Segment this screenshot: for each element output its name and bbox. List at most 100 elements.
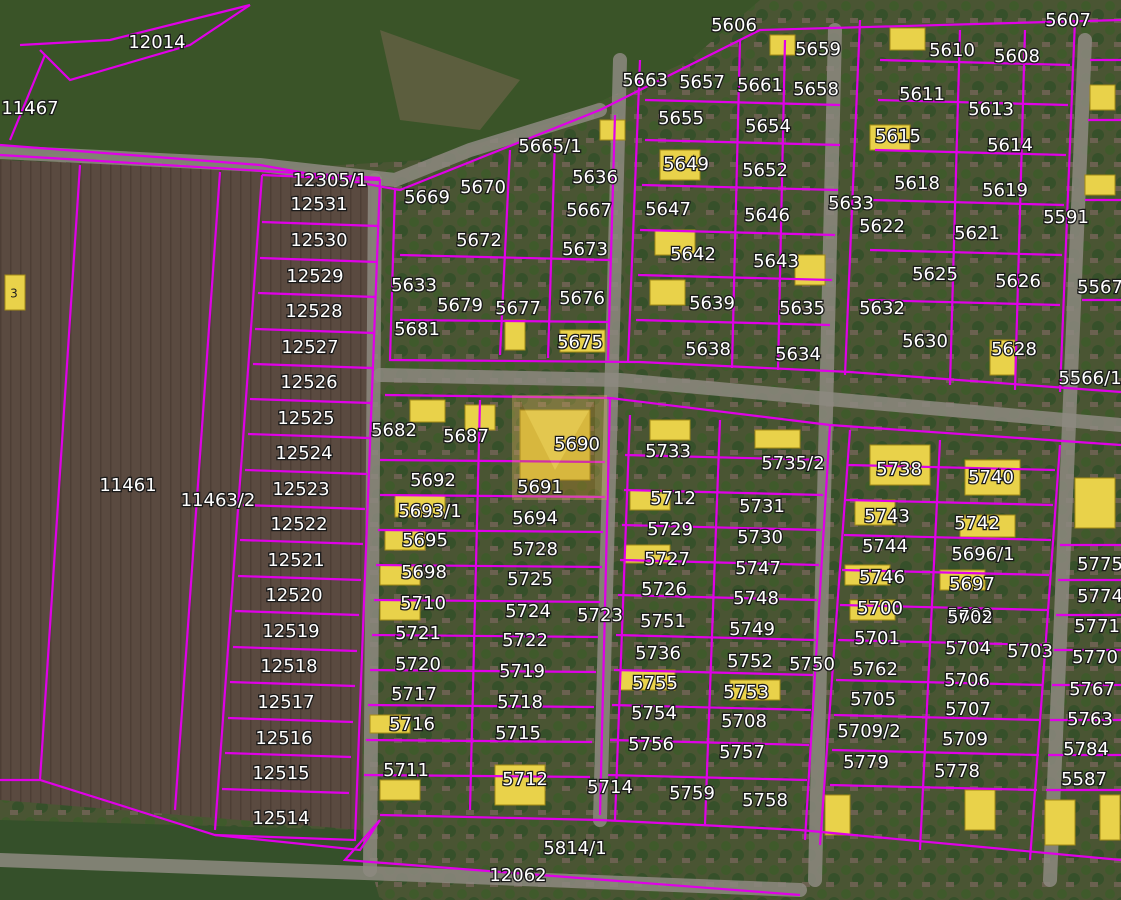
block-parcel-label: 5702	[947, 607, 993, 628]
block-parcel-label: 5658	[793, 79, 839, 100]
block-parcel-label: 5697	[949, 574, 995, 595]
block-parcel-label: 5717	[391, 684, 437, 705]
block-parcel-label: 5726	[641, 579, 687, 600]
block-parcel-label: 5751	[640, 611, 686, 632]
block-parcel-label: 5695	[402, 530, 448, 551]
block-parcel-label: 5619	[982, 180, 1028, 201]
block-parcel-label: 5646	[744, 205, 790, 226]
field-strip-label: 12516	[255, 728, 312, 749]
parcel-label: 11461	[99, 475, 156, 496]
block-parcel-label: 5755	[632, 673, 678, 694]
field-strip-label: 12524	[275, 443, 332, 464]
block-parcel-label: 5753	[723, 682, 769, 703]
block-parcel-label: 5642	[670, 244, 716, 265]
block-parcel-label: 5771	[1074, 616, 1120, 637]
block-parcel-label: 5757	[719, 742, 765, 763]
block-parcel-label: 5693/1	[398, 501, 461, 522]
block-parcel-label: 5742	[954, 513, 1000, 534]
block-parcel-label: 5701	[854, 628, 900, 649]
block-parcel-label: 5749	[729, 619, 775, 640]
block-parcel-label: 5703	[1007, 641, 1053, 662]
block-parcel-label: 5667	[566, 200, 612, 221]
parcel-label: 12062	[489, 865, 546, 886]
block-parcel-label: 5725	[507, 569, 553, 590]
block-parcel-label: 5784	[1063, 739, 1109, 760]
block-parcel-label: 5704	[945, 638, 991, 659]
block-parcel-label: 5748	[733, 588, 779, 609]
block-parcel-label: 5756	[628, 734, 674, 755]
block-parcel-label: 5677	[495, 298, 541, 319]
block-parcel-label: 5633	[391, 275, 437, 296]
block-parcel-label: 5634	[775, 344, 821, 365]
field-strip-label: 12514	[252, 808, 309, 829]
block-parcel-label: 5694	[512, 508, 558, 529]
block-parcel-label: 5661	[737, 75, 783, 96]
block-parcel-label: 5665/1	[518, 136, 581, 157]
block-parcel-label: 5587	[1061, 769, 1107, 790]
block-parcel-label: 5779	[843, 752, 889, 773]
block-parcel-label: 5659	[795, 39, 841, 60]
block-parcel-label: 5679	[437, 295, 483, 316]
block-parcel-label: 5613	[968, 99, 1014, 120]
field-strip-label: 12527	[281, 337, 338, 358]
block-parcel-label: 5691	[517, 477, 563, 498]
block-parcel-label: 5730	[737, 527, 783, 548]
block-parcel-label: 5657	[679, 72, 725, 93]
block-parcel-label: 5610	[929, 40, 975, 61]
block-parcel-label: 5698	[401, 562, 447, 583]
block-parcel-label: 5655	[658, 108, 704, 129]
field-strip-label: 12521	[267, 550, 324, 571]
block-parcel-label: 5621	[954, 223, 1000, 244]
block-parcel-label: 5670	[460, 177, 506, 198]
block-parcel-label: 5735/2	[761, 453, 824, 474]
parcel-label: 12305/1	[293, 170, 368, 191]
block-parcel-label: 5630	[902, 331, 948, 352]
parcel-label: 5814/1	[543, 838, 606, 859]
block-parcel-label: 5643	[753, 251, 799, 272]
block-parcel-label: 5636	[572, 167, 618, 188]
block-parcel-label: 5672	[456, 230, 502, 251]
field-strip-label: 12529	[286, 266, 343, 287]
block-parcel-label: 5687	[443, 426, 489, 447]
block-parcel-label: 5633	[828, 193, 874, 214]
block-parcel-label: 5714	[587, 777, 633, 798]
block-parcel-label: 5758	[742, 790, 788, 811]
block-parcel-label: 5710	[400, 593, 446, 614]
block-parcel-label: 5729	[647, 519, 693, 540]
block-parcel-label: 5724	[505, 601, 551, 622]
block-parcel-label: 5736	[635, 643, 681, 664]
block-parcel-label: 5750	[789, 654, 835, 675]
block-parcel-label: 5622	[859, 216, 905, 237]
block-parcel-label: 5632	[859, 298, 905, 319]
block-parcel-label: 5747	[735, 558, 781, 579]
block-parcel-label: 5718	[497, 692, 543, 713]
block-parcel-label: 5626	[995, 271, 1041, 292]
block-parcel-label: 5614	[987, 135, 1033, 156]
block-parcel-label: 5566/1	[1058, 368, 1121, 389]
block-parcel-label: 5675	[557, 332, 603, 353]
block-parcel-label: 5706	[944, 670, 990, 691]
field-strip-label: 12519	[262, 621, 319, 642]
field-strip-label: 12518	[260, 656, 317, 677]
block-parcel-label: 5708	[721, 711, 767, 732]
block-parcel-label: 5615	[875, 126, 921, 147]
field-strip-label: 12515	[252, 763, 309, 784]
block-parcel-label: 5618	[894, 173, 940, 194]
parcel-label: 11463/2	[181, 490, 256, 511]
field-strip-label: 12520	[265, 585, 322, 606]
cadastral-map[interactable]: 3 11461 11463/2 11467 12014 12305/1 1206…	[0, 0, 1121, 900]
block-parcel-label: 5712	[502, 769, 548, 790]
block-parcel-label: 5774	[1077, 586, 1121, 607]
block-parcel-label: 5649	[663, 154, 709, 175]
block-parcel-label: 5733	[645, 441, 691, 462]
block-parcel-label: 5608	[994, 46, 1040, 67]
block-parcel-label: 5743	[864, 506, 910, 527]
block-parcel-label: 5700	[857, 598, 903, 619]
block-parcel-label: 5690	[554, 434, 600, 455]
block-parcel-label: 5607	[1045, 10, 1091, 31]
block-parcel-label: 5696/1	[951, 544, 1014, 565]
block-parcel-label: 5682	[371, 420, 417, 441]
block-parcel-label: 5669	[404, 187, 450, 208]
block-parcel-label: 5778	[934, 761, 980, 782]
block-parcel-label: 5740	[968, 467, 1014, 488]
